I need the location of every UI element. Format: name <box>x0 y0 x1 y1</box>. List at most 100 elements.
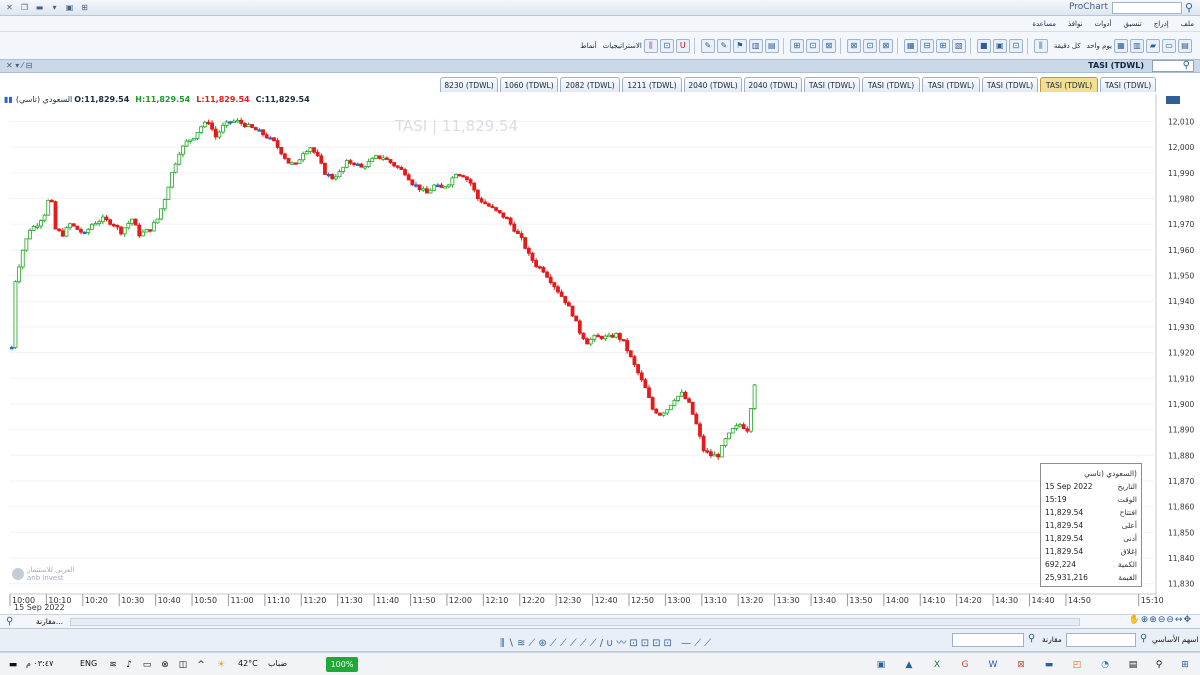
tab-symbol[interactable]: 2040 (TDWL) <box>684 77 742 92</box>
open-folder-icon[interactable]: ▰ <box>1146 38 1160 53</box>
candle <box>49 199 54 203</box>
chart-icon[interactable]: ▥ <box>1130 38 1144 53</box>
grid-icon[interactable]: ⊞ <box>79 2 90 13</box>
menu-insert[interactable]: إدراج <box>1154 20 1169 28</box>
wifi-icon[interactable]: ≋ <box>106 658 120 672</box>
prochart-icon[interactable]: ▲ <box>902 658 916 672</box>
tab-symbol[interactable]: 1060 (TDWL) <box>500 77 558 92</box>
search-icon[interactable]: ⚲ <box>1140 633 1147 644</box>
price-chart[interactable]: 12,010 12,000 11,990 11,980 11,970 11,960 11,9… <box>0 94 1200 614</box>
title-search-input[interactable] <box>1112 2 1182 14</box>
office-icon[interactable]: ◰ <box>1070 658 1084 672</box>
start-icon[interactable]: ⊞ <box>1178 658 1192 672</box>
task-view-icon[interactable]: ▤ <box>1126 658 1140 672</box>
magnifier-icon[interactable]: ⊞ <box>789 38 804 53</box>
tab-symbol-active[interactable]: TASI (TDWL) <box>1040 77 1098 92</box>
select-icon[interactable]: ⊠ <box>878 38 893 53</box>
notification-icon[interactable]: ▬ <box>6 658 20 672</box>
tab-symbol[interactable]: 2040 (TDWL) <box>744 77 802 92</box>
print-icon[interactable]: ▦ <box>1114 38 1128 53</box>
candle <box>333 176 338 180</box>
chevron-up-icon[interactable]: ^ <box>194 658 208 672</box>
scale-button[interactable] <box>1166 96 1180 104</box>
menu-windows[interactable]: نوافذ <box>1068 20 1083 28</box>
window-icon[interactable]: ▭ <box>1162 38 1176 53</box>
templates-select[interactable]: أنماط <box>580 42 597 50</box>
candle <box>253 127 258 131</box>
clock[interactable]: ٠٣:٤٧ م <box>26 659 53 668</box>
app-icon[interactable]: ▣ <box>874 658 888 672</box>
strategies-select[interactable]: الاستراتيجيات <box>603 42 642 50</box>
cursor-icon[interactable]: ⊡ <box>805 38 820 53</box>
tab-symbol[interactable]: TASI (TDWL) <box>862 77 920 92</box>
save-icon[interactable]: ■ <box>976 38 991 53</box>
search-icon[interactable]: ⚲ <box>1028 633 1035 644</box>
candle <box>643 379 648 389</box>
chrome-icon[interactable]: G <box>958 658 972 672</box>
search-icon[interactable]: ⚲ <box>1152 658 1166 672</box>
chart-type-icon[interactable]: ⫼ <box>1033 38 1048 53</box>
pen-icon[interactable]: ✎ <box>716 38 731 53</box>
location-icon[interactable]: ⊗ <box>158 658 172 672</box>
mail-icon[interactable]: ▬ <box>1042 658 1056 672</box>
menu-file[interactable]: ملف <box>1181 20 1194 28</box>
zoom-icon[interactable]: ⊡ <box>1008 38 1023 53</box>
minimize-icon[interactable]: ▬ <box>34 2 45 13</box>
close-icon[interactable]: ✕ ▾ ⁄ ⊟ <box>6 61 32 70</box>
search-icon[interactable]: ⚲ <box>1182 1 1196 15</box>
magnet-icon[interactable]: U <box>675 38 690 53</box>
tab-symbol[interactable]: TASI (TDWL) <box>804 77 860 92</box>
dropdown-icon[interactable]: ▾ <box>49 2 60 13</box>
panel-icon[interactable]: ▧ <box>951 38 966 53</box>
volume-icon[interactable]: ♪ <box>122 658 136 672</box>
tab-symbol[interactable]: TASI (TDWL) <box>922 77 980 92</box>
scale-icon[interactable]: ⊡ <box>862 38 877 53</box>
store-icon[interactable]: ⊠ <box>1014 658 1028 672</box>
menu-tools[interactable]: أدوات <box>1095 20 1112 28</box>
search-icon[interactable]: ⚲ <box>1183 60 1190 71</box>
layers-icon[interactable]: ▤ <box>764 38 779 53</box>
tab-symbol[interactable]: 1211 (TDWL) <box>622 77 682 92</box>
new-chart-icon[interactable]: ▤ <box>1178 38 1192 53</box>
candle <box>86 228 91 233</box>
tab-symbol[interactable]: TASI (TDWL) <box>982 77 1038 92</box>
layout-icon[interactable]: ▣ <box>992 38 1007 53</box>
restore-icon[interactable]: ❐ <box>19 2 30 13</box>
horizontal-scrollbar[interactable] <box>70 618 1080 626</box>
camera-icon[interactable]: ◫ <box>176 658 190 672</box>
edge-icon[interactable]: ◔ <box>1098 658 1112 672</box>
grid-icon[interactable]: ⊟ <box>919 38 934 53</box>
tab-symbol[interactable]: 2082 (TDWL) <box>560 77 620 92</box>
table-icon[interactable]: ▦ <box>903 38 918 53</box>
close-icon[interactable]: ✕ <box>4 2 15 13</box>
weather-icon[interactable]: ☀ <box>214 658 228 672</box>
layout-icon[interactable]: ▣ <box>64 2 75 13</box>
tab-symbol[interactable]: TASI (TDWL) <box>1100 77 1156 92</box>
list-icon[interactable]: ▥ <box>748 38 763 53</box>
symbol-input[interactable] <box>1066 633 1136 647</box>
tile-icon[interactable]: ⊞ <box>935 38 950 53</box>
zoom-tools-icon[interactable]: ✋⊕⊕⊖⊖↔✥ <box>1129 615 1192 625</box>
word-icon[interactable]: W <box>986 658 1000 672</box>
bars-icon[interactable]: ⫼ <box>643 38 658 53</box>
search-icon[interactable]: ⚲ <box>6 616 13 627</box>
menu-format[interactable]: تنسيق <box>1124 20 1142 28</box>
period-select[interactable]: يوم واحد <box>1087 42 1112 50</box>
candle <box>261 129 265 136</box>
candle <box>450 177 455 186</box>
compare-link[interactable]: مقارنة... <box>36 617 63 626</box>
menu-help[interactable]: مساعدة <box>1032 20 1056 28</box>
tab-symbol[interactable]: 8230 (TDWL) <box>440 77 498 92</box>
cross-icon[interactable]: ⊠ <box>846 38 861 53</box>
language-indicator[interactable]: ENG <box>80 659 97 668</box>
flag-icon[interactable]: ⚑ <box>732 38 747 53</box>
compare-input[interactable] <box>952 633 1024 647</box>
interval-select[interactable]: كل دقيقة <box>1054 42 1081 50</box>
note-icon[interactable]: ✎ <box>700 38 715 53</box>
battery-icon[interactable]: ▭ <box>140 658 154 672</box>
candle <box>75 225 80 230</box>
excel-icon[interactable]: X <box>930 658 944 672</box>
crosshair-icon[interactable]: ⊠ <box>821 38 836 53</box>
compare-icon[interactable]: ⊡ <box>659 38 674 53</box>
drawing-tools-icon[interactable]: ⫼∖≋⟋⊛⟋⟋⟋⟋⟋/∪〰⊡⊡⊡⊡ —⟋⟋ <box>500 634 714 649</box>
